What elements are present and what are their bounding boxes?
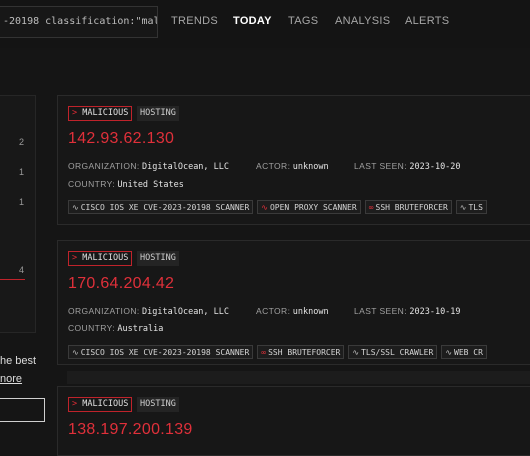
filter-count: 2 xyxy=(19,137,25,147)
filter-active-underline xyxy=(0,279,25,280)
tag-chip[interactable]: ∿ TLS/SSL CRAWLER xyxy=(348,345,438,359)
ip-address-link[interactable]: 170.64.204.42 xyxy=(68,275,174,293)
nav-today[interactable]: TODAY xyxy=(233,15,272,27)
ip-address-link[interactable]: 142.93.62.130 xyxy=(68,130,174,148)
country-field: COUNTRY: Australia xyxy=(68,323,164,334)
nav-trends[interactable]: TRENDS xyxy=(171,15,218,27)
actor-field: ACTOR: unknown xyxy=(256,306,329,317)
classification-badge: > MALICIOUS xyxy=(68,251,133,266)
hosting-tag: HOSTING xyxy=(137,106,179,121)
organization-field: ORGANIZATION: DigitalOcean, LLC xyxy=(68,306,230,317)
organization-field: ORGANIZATION: DigitalOcean, LLC xyxy=(68,161,230,172)
last-seen-field: LAST SEEN: 2023-10-20 xyxy=(354,161,461,172)
pulse-icon: ∿ xyxy=(459,203,467,212)
ip-result-card[interactable]: > MALICIOUS HOSTING 170.64.204.42 ORGANI… xyxy=(57,240,530,365)
tag-chip[interactable]: ∿ WEB CR xyxy=(441,345,487,359)
nav-tags[interactable]: TAGS xyxy=(288,15,318,27)
tag-chip[interactable]: ∞ SSH BRUTEFORCER xyxy=(364,200,452,214)
ip-address-link[interactable]: 138.197.200.139 xyxy=(68,421,193,439)
filter-count: 1 xyxy=(19,167,25,177)
ip-result-card[interactable]: > MALICIOUS HOSTING 138.197.200.139 xyxy=(57,386,530,456)
cookie-learn-more-link[interactable]: nore xyxy=(0,373,22,385)
pulse-icon: ∿ xyxy=(352,348,360,357)
tag-chip-list: ∿ CISCO IOS XE CVE-2023-20198 SCANNER ∿ OPE… xyxy=(68,200,491,219)
top-nav-bar: -20198 classification:"malicio TRENDS TO… xyxy=(0,0,530,48)
country-field: COUNTRY: United States xyxy=(68,179,184,190)
tag-chip-list: ∿ CISCO IOS XE CVE-2023-20198 SCANNER ∞ SSH… xyxy=(68,345,491,364)
classification-badge: > MALICIOUS xyxy=(68,106,133,121)
filter-count: 4 xyxy=(19,265,25,275)
tag-chip[interactable]: ∿ CISCO IOS XE CVE-2023-20198 SCANNER xyxy=(68,200,254,214)
filter-count: 1 xyxy=(19,197,25,207)
list-divider xyxy=(67,371,530,384)
hosting-tag: HOSTING xyxy=(137,251,179,266)
tag-chip[interactable]: ∿ OPEN PROXY SCANNER xyxy=(257,200,361,214)
pulse-red-icon: ∿ xyxy=(261,203,268,212)
cookie-text: he best xyxy=(0,355,37,367)
nav-analysis[interactable]: ANALYSIS xyxy=(335,15,390,27)
tag-chip[interactable]: ∿ CISCO IOS XE CVE-2023-20198 SCANNER xyxy=(68,345,254,359)
tag-chip[interactable]: ∿ TLS xyxy=(455,200,487,214)
search-query[interactable]: -20198 classification:"malicio xyxy=(3,16,157,27)
tag-chip[interactable]: ∞ SSH BRUTEFORCER xyxy=(257,345,345,359)
last-seen-field: LAST SEEN: 2023-10-19 xyxy=(354,306,461,317)
ip-result-card[interactable]: > MALICIOUS HOSTING 142.93.62.130 ORGANI… xyxy=(57,95,530,225)
classification-badge: > MALICIOUS xyxy=(68,397,133,412)
pulse-icon: ∿ xyxy=(445,348,453,357)
filter-sidebar xyxy=(0,95,36,333)
hosting-tag: HOSTING xyxy=(137,397,179,412)
nav-alerts[interactable]: ALERTS xyxy=(405,15,449,27)
pulse-icon: ∿ xyxy=(72,348,79,357)
cookie-accept-button[interactable] xyxy=(0,398,45,422)
link-red-icon: ∞ xyxy=(368,203,374,212)
search-input[interactable]: -20198 classification:"malicio xyxy=(0,6,158,38)
cookie-banner: he best nore xyxy=(0,333,56,442)
actor-field: ACTOR: unknown xyxy=(256,161,329,172)
pulse-icon: ∿ xyxy=(72,203,79,212)
link-red-icon: ∞ xyxy=(261,348,267,357)
